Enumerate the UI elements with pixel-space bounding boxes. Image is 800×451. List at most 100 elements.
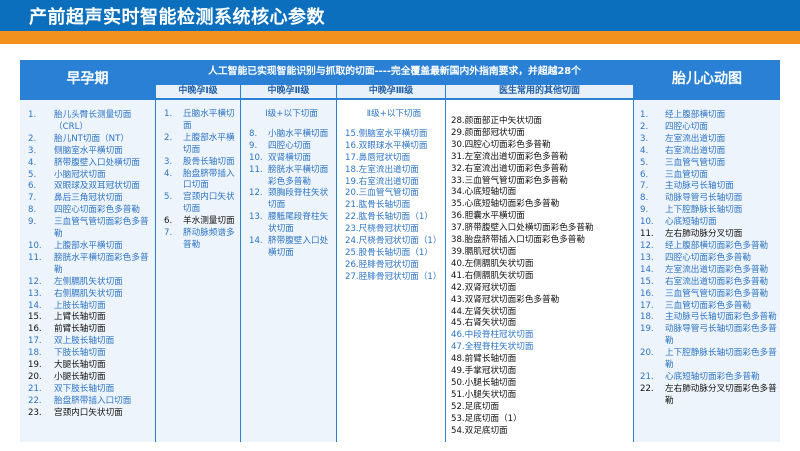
list-item: 5. 宫颈内口矢状切面 — [164, 192, 238, 216]
item-number: 4. — [640, 145, 649, 156]
list-item: 49.手掌冠状切面 — [451, 366, 517, 377]
item-number: 9. — [249, 140, 258, 151]
list-item: 6. 三血管切面 — [640, 170, 778, 182]
list-item: 20. 小腿长轴切面 — [28, 372, 155, 384]
list-item: 7. 主动脉弓长轴切面 — [640, 181, 778, 193]
item-number: 6. — [640, 169, 649, 180]
item-number: 4. — [164, 168, 173, 179]
item-label: 鼻后三角冠状切面 — [54, 193, 123, 204]
list-item: 20. 上下腔静脉长轴切面彩色多普勒 — [640, 348, 778, 372]
list-item: 35.心底短轴切面彩色多普勒 — [451, 199, 560, 210]
list-item: 22. 左右肺动脉分叉切面彩色多普勒 — [640, 384, 778, 408]
list-item: 12. 颈胸段脊柱矢状切面 — [249, 188, 334, 212]
item-label: 四腔心切面 — [665, 121, 708, 132]
list-item: 7. 脐动脉频谱多普勒 — [164, 228, 238, 252]
list-item: 10. 上腹部水平横切面 — [28, 241, 155, 253]
list-item: 18. 主动脉弓长轴切面彩色多普勒 — [640, 312, 778, 324]
column-intro: Ⅱ级+以下切面 — [366, 109, 422, 119]
item-label: 经上腹部横切面 — [665, 110, 726, 120]
item-number: 17. — [28, 336, 42, 347]
item-label: 右室流出道切面 — [665, 145, 726, 156]
item-label: 三血管切面 — [665, 169, 708, 180]
list-item: 5. 三血管气管切面 — [640, 158, 778, 170]
item-number: 5. — [164, 192, 173, 203]
list-item: 17. 双上肢长轴切面 — [28, 336, 155, 348]
list-item: 34.心底短轴切面 — [451, 187, 517, 198]
item-label: 右侧膈肌矢状切面 — [54, 288, 123, 299]
list-item: 1. 胎儿头臀长测量切面（CRL） — [28, 110, 155, 134]
item-number: 3. — [640, 133, 649, 144]
item-number: 15. — [640, 276, 654, 287]
list-item: 9. 上下腔静脉长轴切面 — [640, 205, 778, 217]
list-item: 8. 小脑水平横切面 — [249, 129, 334, 141]
list-item: 53.足底切面（1） — [451, 413, 522, 424]
item-number: 16. — [28, 324, 42, 335]
list-item: 33.三血管气管切面彩色多普勒 — [451, 175, 568, 186]
list-item: 23.尺桡骨冠状切面 — [345, 224, 419, 235]
item-label: 动脉导管弓长轴切面 — [665, 193, 743, 204]
list-item: 11. 膀胱水平横切面彩色多普勒 — [28, 253, 155, 277]
list-item: 12. 左侧膈肌矢状切面 — [28, 277, 155, 289]
list-item: 5. 小脑冠状切面 — [28, 170, 155, 182]
item-label: 主动脉弓长轴切面彩色多普勒 — [665, 312, 777, 323]
list-item: 21. 双下肢长轴切面 — [28, 384, 155, 396]
early-pregnancy-column: 1. 胎儿头臀长测量切面（CRL） 2. 胎儿NT切面（NT） 3. 侧脑室水平横切面 4.… — [20, 100, 155, 442]
item-number: 21. — [640, 371, 654, 382]
fetal-echo-column: 1. 经上腹部横切面 2. 四腔心切面 3. 左室流出道切面 4. 右室流出道切面 5. 三血管气… — [634, 100, 780, 442]
list-item: 44.左肾矢状切面 — [451, 306, 517, 317]
list-item: 39.膈肌冠状切面 — [451, 246, 517, 257]
list-item: 15. 上臂长轴切面 — [28, 312, 155, 324]
item-label: 上下腔静脉长轴切面彩色多普勒 — [665, 348, 777, 371]
item-number: 9. — [28, 217, 37, 228]
item-label: 上臂长轴切面 — [54, 312, 106, 323]
item-number: 23. — [28, 407, 42, 418]
item-number: 11. — [28, 252, 42, 263]
list-item: 31.左室流出道切面彩色多普勒 — [451, 151, 568, 162]
item-number: 10. — [249, 152, 263, 163]
list-item: 4. 右室流出道切面 — [640, 146, 778, 158]
list-item: 1. 经上腹部横切面 — [640, 110, 778, 122]
item-number: 5. — [640, 157, 649, 168]
list-item: 1. 丘脑水平横切面 — [164, 109, 238, 133]
item-label: 三血管气管切面彩色多普勒 — [665, 288, 769, 299]
item-label: 心底短轴切面 — [665, 217, 717, 228]
item-number: 15. — [28, 312, 42, 323]
item-label: 三血管切面彩色多普勒 — [665, 300, 751, 311]
subheader-level3: 中晚孕Ⅲ级 — [337, 85, 445, 98]
item-number: 1. — [28, 110, 37, 120]
list-item: 13. 腰骶尾段脊柱矢状切面 — [249, 212, 334, 236]
list-item: 19. 大腿长轴切面 — [28, 360, 155, 372]
item-number: 5. — [28, 169, 37, 180]
item-label: 双肾横切面 — [268, 152, 311, 163]
item-number: 13. — [249, 212, 263, 223]
list-item: 8. 动脉导管弓长轴切面 — [640, 193, 778, 205]
item-label: 胎儿头臀长测量切面（CRL） — [54, 110, 132, 132]
list-item: 7. 鼻后三角冠状切面 — [28, 193, 155, 205]
item-number: 17. — [640, 300, 654, 311]
accent-stripe — [0, 31, 800, 44]
item-number: 22. — [640, 383, 654, 394]
item-label: 前臂长轴切面 — [54, 324, 106, 335]
list-item: 14. 脐带腹壁入口处横切面 — [249, 236, 334, 260]
list-item: 48.前臂长轴切面 — [451, 354, 517, 365]
item-label: 胎盘脐带插入口切面 — [183, 168, 235, 191]
item-label: 右室流出道切面彩色多普勒 — [665, 276, 769, 287]
item-number: 8. — [640, 193, 649, 204]
item-label: 双下肢长轴切面 — [54, 383, 115, 394]
item-number: 6. — [28, 181, 37, 192]
item-number: 19. — [28, 360, 42, 371]
item-label: 胎儿NT切面（NT） — [54, 133, 129, 144]
list-item: 4. 胎盘脐带插入口切面 — [164, 169, 238, 193]
list-item: 6. 双眼球及双耳冠状切面 — [28, 181, 155, 193]
item-label: 经上腹部横切面彩色多普勒 — [665, 240, 769, 251]
item-label: 颈胸段脊柱矢状切面 — [268, 188, 329, 211]
item-number: 3. — [28, 145, 37, 156]
list-item: 9. 四腔心切面 — [249, 141, 334, 153]
item-label: 左右肺动脉分叉切面彩色多普勒 — [665, 383, 777, 406]
item-number: 2. — [164, 132, 173, 143]
item-number: 10. — [28, 240, 42, 251]
list-item: 10. 心底短轴切面 — [640, 217, 778, 229]
item-number: 2. — [28, 133, 37, 144]
item-label: 心底短轴切面彩色多普勒 — [665, 371, 760, 382]
list-item: 20.三血管气管切面 — [345, 188, 419, 199]
